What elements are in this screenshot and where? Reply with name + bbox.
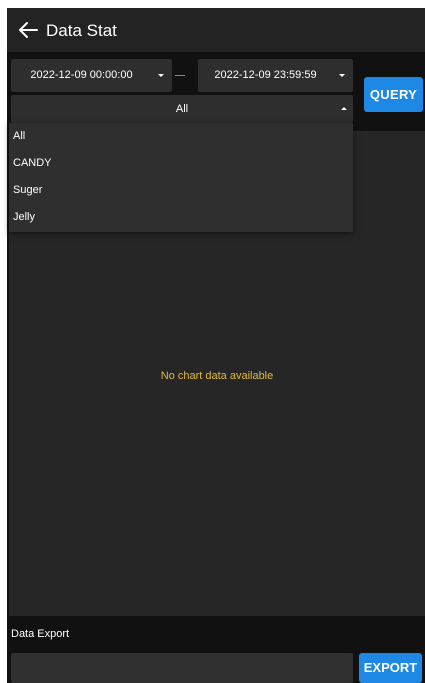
dropdown-option-candy[interactable]: CANDY (13, 152, 52, 174)
data-export-label: Data Export (11, 628, 70, 640)
end-time-value: 2022-12-09 23:59:59 (214, 69, 317, 81)
export-path-input[interactable] (11, 653, 353, 683)
query-button[interactable]: QUERY (364, 77, 423, 112)
dropdown-option-all[interactable]: All (13, 125, 25, 147)
dropdown-option-suger[interactable]: Suger (13, 179, 42, 201)
range-separator (175, 75, 185, 76)
category-select[interactable]: All (11, 95, 353, 123)
app-screen: Data Stat 2022-12-09 00:00:00 2022-12-09… (7, 8, 425, 683)
caret-up-icon (341, 107, 347, 110)
caret-down-icon (158, 74, 164, 77)
arrow-left-icon[interactable] (17, 20, 39, 40)
page-title: Data Stat (46, 21, 117, 40)
category-dropdown-menu: All CANDY Suger Jelly (9, 123, 353, 232)
top-app-bar: Data Stat (7, 8, 425, 52)
start-time-value: 2022-12-09 00:00:00 (30, 69, 133, 81)
start-time-picker[interactable]: 2022-12-09 00:00:00 (11, 59, 172, 92)
caret-down-icon (339, 74, 345, 77)
end-time-picker[interactable]: 2022-12-09 23:59:59 (198, 59, 353, 92)
category-select-value: All (175, 103, 189, 115)
dropdown-option-jelly[interactable]: Jelly (13, 206, 35, 228)
export-button[interactable]: EXPORT (359, 653, 422, 683)
no-chart-data-message: No chart data available (160, 370, 274, 382)
